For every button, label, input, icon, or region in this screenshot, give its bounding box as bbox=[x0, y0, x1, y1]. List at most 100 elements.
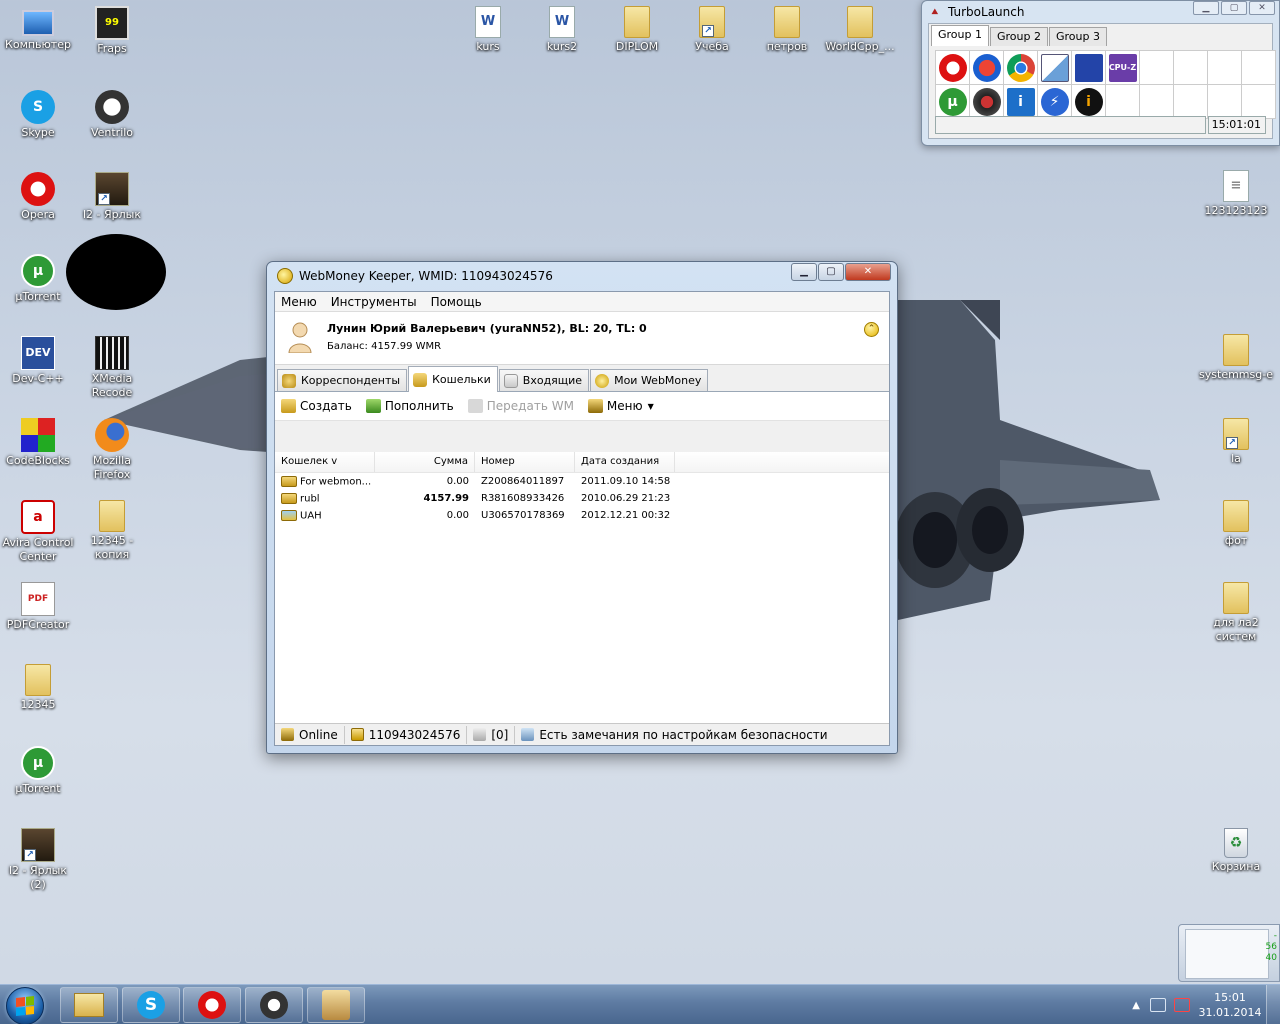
launch-slot-save[interactable] bbox=[1072, 51, 1106, 85]
menu-item-tools[interactable]: Инструменты bbox=[331, 295, 417, 309]
column-header-number[interactable]: Номер bbox=[475, 452, 575, 472]
taskbar-ventrilo[interactable] bbox=[245, 987, 303, 1023]
desktop-icon-kurs2[interactable]: W kurs2 bbox=[524, 6, 600, 54]
taskbar-opera[interactable] bbox=[183, 987, 241, 1023]
desktop-icon-diplom[interactable]: DIPLOM bbox=[599, 6, 675, 54]
taskbar: S ▲ 15:01 31.01.2014 bbox=[0, 984, 1280, 1024]
desktop-icon-xmedia-recode[interactable]: XMedia Recode bbox=[74, 336, 150, 400]
launch-slot-opera[interactable] bbox=[936, 51, 970, 85]
status-security-warning[interactable]: Есть замечания по настройкам безопасност… bbox=[515, 726, 833, 744]
desktop-icon-l2-shortcut-2[interactable]: ↗ l2 - Ярлык (2) bbox=[0, 828, 76, 892]
close-button[interactable]: ✕ bbox=[1249, 1, 1275, 15]
start-button[interactable] bbox=[6, 987, 44, 1024]
topup-button[interactable]: Пополнить bbox=[365, 399, 454, 413]
desktop-icon-petrov[interactable]: петров bbox=[749, 6, 825, 54]
launch-slot-empty[interactable] bbox=[1106, 85, 1140, 119]
transfer-wm-button[interactable]: Передать WM bbox=[467, 399, 574, 413]
tab-group-1[interactable]: Group 1 bbox=[931, 25, 989, 46]
desktop-icon-ucheba[interactable]: ↗ Учеба bbox=[674, 6, 750, 54]
desktop-icon-pdfcreator[interactable]: PDF PDFCreator bbox=[0, 582, 76, 632]
desktop-icon-codeblocks[interactable]: CodeBlocks bbox=[0, 418, 76, 468]
desktop-icon-la[interactable]: ↗ la bbox=[1198, 418, 1274, 466]
clock[interactable]: 15:01 31.01.2014 bbox=[1198, 990, 1262, 1020]
launch-slot-ccleaner[interactable] bbox=[970, 51, 1004, 85]
desktop-icon-kurs[interactable]: W kurs bbox=[450, 6, 526, 54]
button-label: Пополнить bbox=[384, 399, 454, 413]
launch-slot-utorrent[interactable]: µ bbox=[936, 85, 970, 119]
desktop-icon-utorrent[interactable]: µ µTorrent bbox=[0, 254, 76, 304]
launch-slot-empty[interactable] bbox=[1208, 51, 1242, 85]
status-online[interactable]: Online bbox=[275, 725, 345, 744]
desktop-icon-utorrent-2[interactable]: µ µTorrent bbox=[0, 746, 76, 796]
desktop-icon-avira[interactable]: a Avira Control Center bbox=[0, 500, 76, 564]
launch-slot-empty[interactable] bbox=[1140, 51, 1174, 85]
cpu-meter-gadget[interactable]: - 56 40 bbox=[1178, 924, 1280, 982]
purse-menu-button[interactable]: Меню ▼ bbox=[587, 399, 654, 413]
launch-slot-empty[interactable] bbox=[1242, 85, 1276, 119]
table-row[interactable]: rubl 4157.99 R381608933426 2010.06.29 21… bbox=[275, 490, 889, 507]
desktop-icon-123123123[interactable]: ≡ 123123123 bbox=[1198, 170, 1274, 218]
tab-purses[interactable]: Кошельки bbox=[408, 366, 498, 392]
action-center-flag-icon[interactable] bbox=[1174, 998, 1190, 1012]
desktop-icon-ventrilo[interactable]: Ventrilo bbox=[74, 90, 150, 140]
taskbar-explorer[interactable] bbox=[60, 987, 118, 1023]
launch-slot-empty[interactable] bbox=[1174, 85, 1208, 119]
launch-slot-chrome[interactable] bbox=[1004, 51, 1038, 85]
tab-group-3[interactable]: Group 3 bbox=[1048, 27, 1107, 46]
show-hidden-icons-button[interactable]: ▲ bbox=[1132, 1000, 1140, 1011]
avatar bbox=[288, 322, 312, 353]
taskbar-skype[interactable]: S bbox=[122, 987, 180, 1023]
launch-slot-empty[interactable] bbox=[1242, 51, 1276, 85]
desktop-icon-firefox[interactable]: Mozilla Firefox bbox=[74, 418, 150, 482]
turbolaunch-statusbar: 15:01:01 bbox=[935, 116, 1266, 134]
status-wmid[interactable]: 110943024576 bbox=[345, 725, 468, 744]
tab-inbox[interactable]: Входящие bbox=[498, 369, 590, 391]
status-messages[interactable]: [0] bbox=[467, 725, 516, 744]
button-label: Передать WM bbox=[486, 399, 574, 413]
column-header-sum[interactable]: Сумма bbox=[375, 452, 475, 472]
desktop-icon-opera[interactable]: Opera bbox=[0, 172, 76, 222]
taskbar-game[interactable] bbox=[307, 987, 365, 1023]
desktop-icon-systemmsg[interactable]: systemmsg-e bbox=[1198, 334, 1274, 382]
desktop-icon-l2-shortcut[interactable]: ↗ l2 - Ярлык bbox=[74, 172, 150, 222]
launch-slot-radar[interactable] bbox=[970, 85, 1004, 119]
column-header-purse[interactable]: Кошелек v bbox=[275, 452, 375, 472]
show-desktop-button[interactable] bbox=[1266, 985, 1280, 1024]
purse-number: U306570178369 bbox=[481, 510, 565, 521]
menu-item-help[interactable]: Помощь bbox=[431, 295, 482, 309]
column-header-created[interactable]: Дата создания bbox=[575, 452, 675, 472]
launch-slot-lightning[interactable]: ⚡ bbox=[1038, 85, 1072, 119]
table-row[interactable]: UAH 0.00 U306570178369 2012.12.21 00:32 bbox=[275, 507, 889, 524]
tab-correspondents[interactable]: Корреспонденты bbox=[277, 369, 408, 391]
desktop-icon-12345[interactable]: 12345 bbox=[0, 664, 76, 712]
desktop-icon-recycle-bin[interactable]: ♻ Корзина bbox=[1198, 828, 1274, 874]
desktop-icon-12345-copy[interactable]: 12345 - копия bbox=[74, 500, 150, 562]
minimize-button[interactable]: ▁ bbox=[1193, 1, 1219, 15]
network-icon[interactable] bbox=[1150, 998, 1166, 1012]
maximize-button[interactable]: ▢ bbox=[1221, 1, 1247, 15]
minimize-button[interactable]: ▁ bbox=[791, 263, 817, 281]
launch-slot-empty[interactable] bbox=[1140, 85, 1174, 119]
desktop-icon-worldcpp[interactable]: WorldCpp_... bbox=[822, 6, 898, 54]
desktop-icon-fraps[interactable]: 99 Fraps bbox=[74, 6, 150, 56]
launch-slot-notepad[interactable] bbox=[1038, 51, 1072, 85]
collapse-header-button[interactable]: ⌃ bbox=[864, 322, 879, 337]
launch-slot-info-panel[interactable]: i bbox=[1004, 85, 1038, 119]
desktop-icon-fot[interactable]: фот bbox=[1198, 500, 1274, 548]
create-purse-button[interactable]: Создать bbox=[281, 399, 352, 413]
tab-my-webmoney[interactable]: Мои WebMoney bbox=[590, 369, 709, 391]
desktop-icon-computer[interactable]: Компьютер bbox=[0, 6, 76, 52]
tab-group-2[interactable]: Group 2 bbox=[989, 27, 1048, 46]
desktop-icon-dlya-la2[interactable]: для ла2 систем bbox=[1198, 582, 1274, 644]
launch-slot-empty[interactable] bbox=[1208, 85, 1242, 119]
tab-label: Мои WebMoney bbox=[614, 374, 702, 387]
maximize-button[interactable]: ▢ bbox=[818, 263, 844, 281]
desktop-icon-devcpp[interactable]: DEV Dev-C++ bbox=[0, 336, 76, 386]
desktop-icon-skype[interactable]: S Skype bbox=[0, 90, 76, 140]
launch-slot-cpuz[interactable]: CPU-Z bbox=[1106, 51, 1140, 85]
close-button[interactable]: ✕ bbox=[845, 263, 891, 281]
menu-item-menu[interactable]: Меню bbox=[281, 295, 317, 309]
launch-slot-info[interactable]: i bbox=[1072, 85, 1106, 119]
table-row[interactable]: For webmon... 0.00 Z200864011897 2011.09… bbox=[275, 473, 889, 490]
launch-slot-empty[interactable] bbox=[1174, 51, 1208, 85]
